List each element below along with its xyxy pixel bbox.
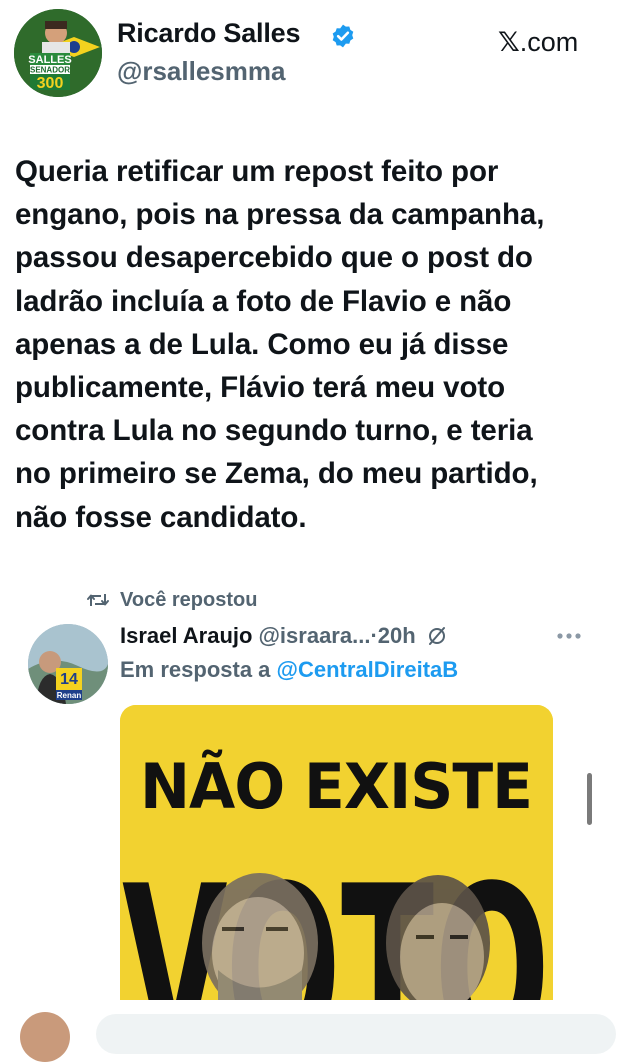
scrollbar-thumb[interactable] bbox=[587, 773, 592, 825]
quoted-author-handle[interactable]: @israara... bbox=[258, 623, 370, 649]
repost-label: Você repostou bbox=[120, 588, 258, 611]
quoted-avatar-image: 14 Renan bbox=[28, 624, 108, 704]
author-avatar-image: SALLES SENADOR 300 bbox=[14, 9, 102, 97]
repost-indicator: Você repostou bbox=[86, 586, 257, 614]
site-suffix: .com bbox=[519, 27, 579, 57]
svg-text:SALLES: SALLES bbox=[28, 54, 71, 66]
x-logo-icon: 𝕏 bbox=[498, 27, 520, 58]
media-face-right bbox=[386, 875, 490, 1005]
tweet-header: SALLES SENADOR 300 Ricardo Salles @rsall… bbox=[0, 0, 634, 110]
reply-target-link[interactable]: @CentralDireitaB bbox=[277, 657, 459, 682]
quoted-media-image[interactable]: NÃO EXISTE VOTO bbox=[120, 705, 553, 1005]
reply-prefix: Em resposta a bbox=[120, 657, 271, 682]
verified-badge-icon bbox=[332, 24, 354, 48]
x-site-link[interactable]: 𝕏.com bbox=[498, 27, 578, 58]
svg-text:Renan: Renan bbox=[57, 691, 82, 700]
media-artwork: NÃO EXISTE VOTO bbox=[120, 705, 553, 1005]
author-name[interactable]: Ricardo Salles bbox=[117, 18, 300, 49]
reply-user-avatar bbox=[20, 1012, 70, 1062]
author-handle[interactable]: @rsallesmma bbox=[117, 56, 285, 87]
author-avatar[interactable]: SALLES SENADOR 300 bbox=[14, 9, 102, 97]
grok-icon[interactable] bbox=[426, 625, 448, 647]
quoted-timestamp[interactable]: ·20h bbox=[370, 623, 415, 649]
more-icon[interactable] bbox=[556, 632, 582, 640]
quoted-author-avatar[interactable]: 14 Renan bbox=[28, 624, 108, 704]
tweet-text: Queria retificar um repost feito por eng… bbox=[15, 155, 545, 534]
svg-text:14: 14 bbox=[60, 671, 78, 688]
media-headline: NÃO EXISTE bbox=[140, 750, 532, 823]
reply-input[interactable] bbox=[96, 1014, 616, 1054]
svg-text:SENADOR: SENADOR bbox=[30, 66, 70, 75]
svg-text:300: 300 bbox=[37, 75, 64, 92]
repost-icon bbox=[87, 594, 109, 606]
quoted-header: Israel Araujo @israara... ·20h bbox=[120, 620, 448, 652]
reply-context: Em resposta a @CentralDireitaB bbox=[120, 657, 458, 683]
quoted-author-name[interactable]: Israel Araujo bbox=[120, 623, 252, 649]
